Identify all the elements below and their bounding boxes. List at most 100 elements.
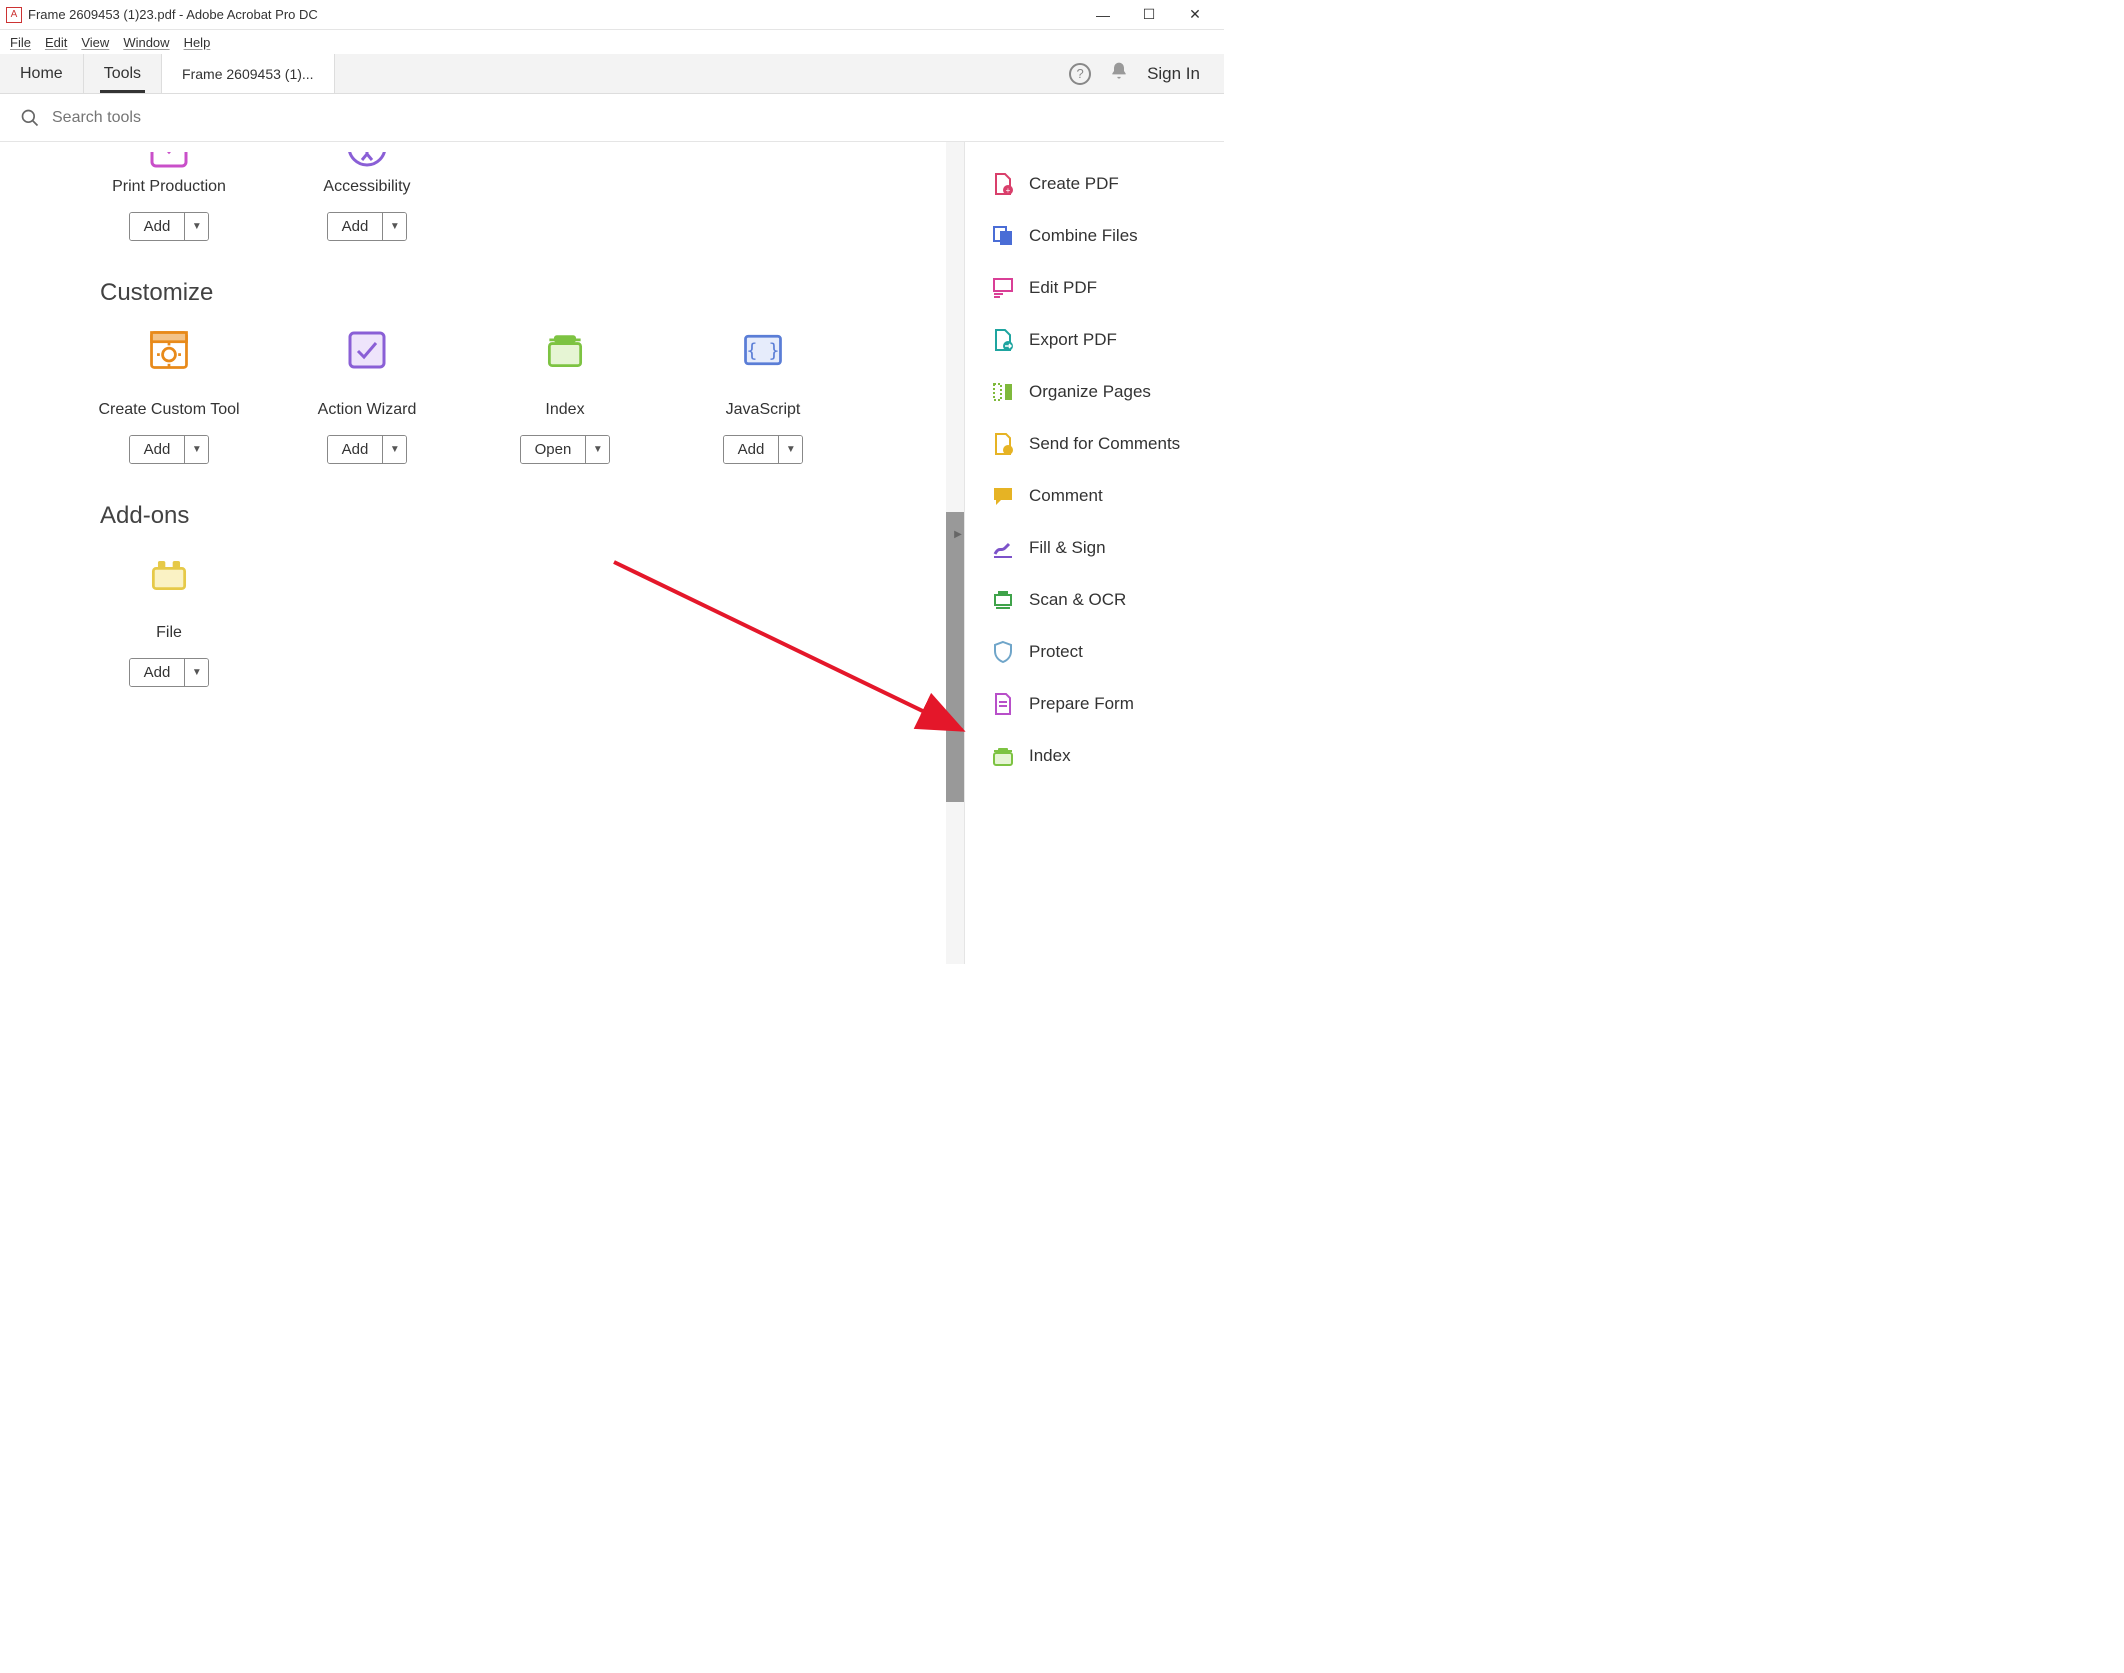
add-button[interactable]: Add bbox=[130, 659, 185, 686]
search-bar bbox=[0, 94, 1224, 142]
maximize-button[interactable]: ☐ bbox=[1126, 0, 1172, 30]
close-button[interactable]: ✕ bbox=[1172, 0, 1218, 30]
rp-label: Comment bbox=[1029, 486, 1103, 506]
dropdown-icon[interactable]: ▼ bbox=[184, 213, 208, 240]
rp-label: Combine Files bbox=[1029, 226, 1138, 246]
tab-document[interactable]: Frame 2609453 (1)... bbox=[162, 54, 335, 93]
rp-label: Scan & OCR bbox=[1029, 590, 1126, 610]
dropdown-icon[interactable]: ▼ bbox=[184, 436, 208, 463]
rp-index[interactable]: Index bbox=[965, 730, 1224, 782]
right-panel: + Create PDF Combine Files Edit PDF Expo… bbox=[964, 142, 1224, 964]
dropdown-icon[interactable]: ▼ bbox=[585, 436, 609, 463]
rp-label: Index bbox=[1029, 746, 1071, 766]
tool-file[interactable]: File Add ▼ bbox=[70, 540, 268, 707]
top-tabs: Home Tools Frame 2609453 (1)... ? Sign I… bbox=[0, 54, 1224, 94]
tool-index[interactable]: Index Open ▼ bbox=[466, 317, 664, 484]
rp-export-pdf[interactable]: Export PDF bbox=[965, 314, 1224, 366]
section-heading-addons: Add-ons bbox=[0, 484, 964, 540]
bell-icon[interactable] bbox=[1109, 61, 1129, 86]
panel-collapse-icon[interactable]: ▶ bbox=[952, 522, 964, 546]
add-button[interactable]: Add bbox=[328, 213, 383, 240]
tool-print-production[interactable]: Print Production Add ▼ bbox=[70, 142, 268, 261]
menu-view[interactable]: View bbox=[81, 35, 109, 50]
tool-action-wizard[interactable]: Action Wizard Add ▼ bbox=[268, 317, 466, 484]
gear-box-icon bbox=[146, 327, 192, 373]
add-split-button[interactable]: Add ▼ bbox=[723, 435, 804, 464]
lego-icon bbox=[146, 550, 192, 596]
tool-label: Print Production bbox=[112, 178, 226, 196]
rp-label: Protect bbox=[1029, 642, 1083, 662]
tool-label: Index bbox=[545, 401, 584, 419]
add-button[interactable]: Add bbox=[724, 436, 779, 463]
check-box-icon bbox=[344, 327, 390, 373]
add-split-button[interactable]: Add ▼ bbox=[327, 212, 408, 241]
folder-tab-icon bbox=[991, 744, 1015, 768]
add-button[interactable]: Add bbox=[328, 436, 383, 463]
add-split-button[interactable]: Add ▼ bbox=[129, 435, 210, 464]
rp-send-for-comments[interactable]: Send for Comments bbox=[965, 418, 1224, 470]
tab-tools[interactable]: Tools bbox=[84, 54, 162, 93]
folder-tab-icon bbox=[542, 327, 588, 373]
tool-label: Action Wizard bbox=[318, 401, 417, 419]
search-icon bbox=[20, 108, 40, 128]
add-split-button[interactable]: Add ▼ bbox=[129, 212, 210, 241]
rp-edit-pdf[interactable]: Edit PDF bbox=[965, 262, 1224, 314]
svg-text:+: + bbox=[1006, 186, 1011, 195]
titlebar: A Frame 2609453 (1)23.pdf - Adobe Acroba… bbox=[0, 0, 1224, 30]
rp-label: Export PDF bbox=[1029, 330, 1117, 350]
rp-comment[interactable]: Comment bbox=[965, 470, 1224, 522]
open-button[interactable]: Open bbox=[521, 436, 586, 463]
menu-file[interactable]: File bbox=[10, 35, 31, 50]
rp-label: Fill & Sign bbox=[1029, 538, 1106, 558]
prepare-form-icon bbox=[991, 692, 1015, 716]
help-icon[interactable]: ? bbox=[1069, 63, 1091, 85]
send-comments-icon bbox=[991, 432, 1015, 456]
menu-edit[interactable]: Edit bbox=[45, 35, 67, 50]
rp-fill-sign[interactable]: Fill & Sign bbox=[965, 522, 1224, 574]
fill-sign-icon bbox=[991, 536, 1015, 560]
tool-accessibility[interactable]: Accessibility Add ▼ bbox=[268, 142, 466, 261]
rp-protect[interactable]: Protect bbox=[965, 626, 1224, 678]
main-area: Print Production Add ▼ Accessibility Add… bbox=[0, 142, 1224, 964]
dropdown-icon[interactable]: ▼ bbox=[382, 436, 406, 463]
menu-help[interactable]: Help bbox=[184, 35, 211, 50]
open-split-button[interactable]: Open ▼ bbox=[520, 435, 611, 464]
menu-window[interactable]: Window bbox=[123, 35, 169, 50]
rp-create-pdf[interactable]: + Create PDF bbox=[965, 158, 1224, 210]
dropdown-icon[interactable]: ▼ bbox=[184, 659, 208, 686]
tool-label: Accessibility bbox=[323, 178, 410, 196]
create-pdf-icon: + bbox=[991, 172, 1015, 196]
add-button[interactable]: Add bbox=[130, 436, 185, 463]
rp-label: Organize Pages bbox=[1029, 382, 1151, 402]
dropdown-icon[interactable]: ▼ bbox=[778, 436, 802, 463]
rp-combine-files[interactable]: Combine Files bbox=[965, 210, 1224, 262]
rp-label: Create PDF bbox=[1029, 174, 1119, 194]
export-pdf-icon bbox=[991, 328, 1015, 352]
add-split-button[interactable]: Add ▼ bbox=[327, 435, 408, 464]
acrobat-app-icon: A bbox=[6, 7, 22, 23]
tool-javascript[interactable]: { } JavaScript Add ▼ bbox=[664, 317, 862, 484]
scrollbar-thumb[interactable] bbox=[946, 512, 964, 802]
combine-icon bbox=[991, 224, 1015, 248]
tool-label: JavaScript bbox=[726, 401, 801, 419]
dropdown-icon[interactable]: ▼ bbox=[382, 213, 406, 240]
add-button[interactable]: Add bbox=[130, 213, 185, 240]
search-input[interactable] bbox=[52, 109, 1204, 127]
partial-row: Print Production Add ▼ Accessibility Add… bbox=[0, 142, 964, 261]
organize-icon bbox=[991, 380, 1015, 404]
scrollbar[interactable] bbox=[946, 142, 964, 964]
sign-in-link[interactable]: Sign In bbox=[1147, 64, 1200, 84]
rp-scan-ocr[interactable]: Scan & OCR bbox=[965, 574, 1224, 626]
addons-row: File Add ▼ bbox=[0, 540, 964, 707]
tool-label: Create Custom Tool bbox=[98, 401, 239, 419]
minimize-button[interactable]: — bbox=[1080, 0, 1126, 30]
tool-create-custom-tool[interactable]: Create Custom Tool Add ▼ bbox=[70, 317, 268, 484]
svg-text:{ }: { } bbox=[746, 340, 779, 361]
tab-home[interactable]: Home bbox=[0, 54, 84, 93]
add-split-button[interactable]: Add ▼ bbox=[129, 658, 210, 687]
rp-prepare-form[interactable]: Prepare Form bbox=[965, 678, 1224, 730]
accessibility-icon bbox=[344, 152, 390, 170]
customize-row: Create Custom Tool Add ▼ Action Wizard A… bbox=[0, 317, 964, 484]
section-heading-customize: Customize bbox=[0, 261, 964, 317]
rp-organize-pages[interactable]: Organize Pages bbox=[965, 366, 1224, 418]
